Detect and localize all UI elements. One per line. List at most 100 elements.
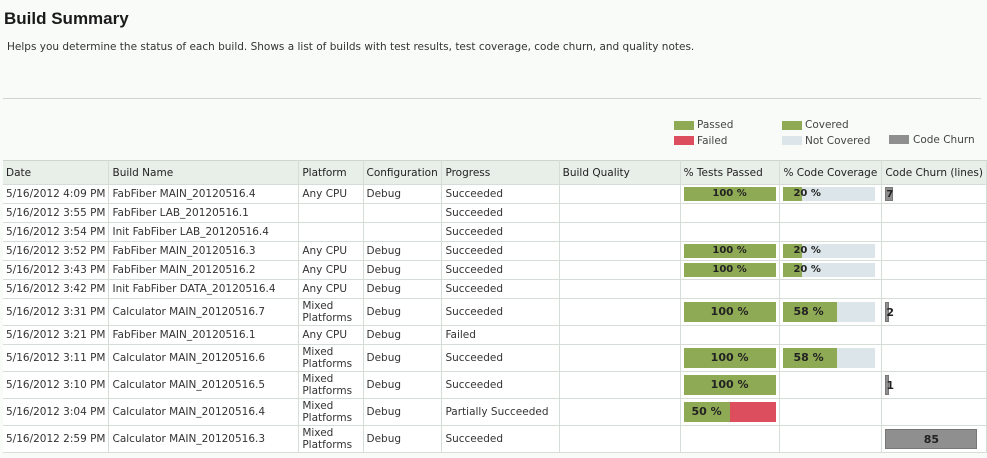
col-configuration-header[interactable]: Configuration [363, 160, 443, 185]
col-progress-header[interactable]: Progress [441, 160, 560, 185]
cell-build-name: Calculator MAIN_20120516.7 [108, 298, 300, 326]
tests-passed-label: 50 % [691, 405, 722, 418]
cell-tests-passed [680, 279, 781, 299]
cell-build-name: Calculator MAIN_20120516.5 [108, 371, 300, 399]
cell-build-quality [559, 344, 681, 372]
tests-bar: 100 % [683, 375, 776, 395]
cell-build-quality [559, 425, 681, 453]
cell-tests-passed: 50 % [680, 398, 781, 426]
cell-configuration: Debug [363, 184, 443, 204]
table-row[interactable]: 5/16/2012 2:59 PM Calculator MAIN_2012051… [3, 425, 987, 453]
table-row[interactable]: 5/16/2012 3:42 PM Init FabFiber DATA_2012… [3, 279, 987, 299]
cell-date: 5/16/2012 3:43 PM [3, 260, 110, 280]
cell-platform: Any CPU [298, 279, 364, 299]
cell-code-coverage [779, 371, 883, 399]
churn-label: 2 [886, 306, 894, 319]
coverage-label: 58 % [793, 351, 824, 364]
col-build-name-header[interactable]: Build Name [108, 160, 300, 185]
cell-build-name: FabFiber MAIN_20120516.1 [108, 325, 300, 345]
cell-date: 5/16/2012 2:59 PM [3, 425, 110, 453]
table-row[interactable]: 5/16/2012 3:52 PM FabFiber MAIN_20120516.… [3, 241, 987, 261]
cell-code-coverage [779, 279, 883, 299]
cell-build-quality [559, 298, 681, 326]
cell-date: 5/16/2012 3:42 PM [3, 279, 110, 299]
cell-platform: Mixed Platforms [298, 344, 364, 372]
tests-passed-label: 100 % [710, 305, 749, 318]
tests-bar: 100 % [683, 244, 776, 258]
table-row[interactable]: 5/16/2012 3:31 PM Calculator MAIN_2012051… [3, 298, 987, 326]
cell-progress: Succeeded [441, 184, 560, 204]
coverage-label: 20 % [793, 245, 821, 256]
legend-code-churn: Code Churn [913, 134, 975, 146]
cell-code-churn [881, 344, 987, 372]
legend-not-covered: Not Covered [805, 135, 871, 147]
cell-platform [298, 222, 364, 242]
passed-swatch [674, 121, 694, 130]
table-row[interactable]: 5/16/2012 3:11 PM Calculator MAIN_2012051… [3, 344, 987, 372]
table-row[interactable]: 5/16/2012 4:09 PM FabFiber MAIN_20120516.… [3, 184, 987, 204]
legend-passed: Passed [697, 119, 734, 131]
cell-code-churn [881, 222, 987, 242]
cell-build-name: Calculator MAIN_20120516.3 [108, 425, 300, 453]
cell-build-name: FabFiber MAIN_20120516.2 [108, 260, 300, 280]
cell-tests-passed: 100 % [680, 344, 781, 372]
cell-date: 5/16/2012 3:21 PM [3, 325, 110, 345]
cell-code-churn [881, 398, 987, 426]
cell-code-coverage [779, 325, 883, 345]
coverage-bar: 20 % [783, 263, 876, 277]
cell-build-name: Calculator MAIN_20120516.6 [108, 344, 300, 372]
tests-bar: 100 % [683, 302, 776, 322]
col-code-churn-header[interactable]: Code Churn (lines) [881, 160, 987, 185]
cell-code-churn [881, 279, 987, 299]
col-build-quality-header[interactable]: Build Quality [559, 160, 681, 185]
cell-configuration: Debug [363, 260, 443, 280]
churn-label: 1 [886, 379, 894, 392]
cell-code-coverage: 20 % [779, 184, 883, 204]
table-row[interactable]: 5/16/2012 3:55 PM FabFiber LAB_20120516.1… [3, 203, 987, 223]
cell-progress: Succeeded [441, 425, 560, 453]
cell-code-coverage [779, 203, 883, 223]
cell-code-churn [881, 203, 987, 223]
cell-build-quality [559, 371, 681, 399]
tests-passed-label: 100 % [710, 378, 749, 391]
page-description: Helps you determine the status of each b… [7, 41, 695, 53]
churn-bar: 7 [885, 187, 894, 201]
cell-tests-passed: 100 % [680, 371, 781, 399]
churn-bar: 85 [885, 429, 978, 449]
cell-platform: Any CPU [298, 184, 364, 204]
cell-progress: Succeeded [441, 241, 560, 261]
cell-build-quality [559, 184, 681, 204]
col-date-header[interactable]: Date [3, 160, 110, 185]
coverage-label: 20 % [793, 264, 821, 275]
cell-platform: Mixed Platforms [298, 425, 364, 453]
cell-progress: Succeeded [441, 298, 560, 326]
cell-build-quality [559, 398, 681, 426]
cell-tests-passed: 100 % [680, 298, 781, 326]
table-row[interactable]: 5/16/2012 3:54 PM Init FabFiber LAB_20120… [3, 222, 987, 242]
table-row[interactable]: 5/16/2012 3:43 PM FabFiber MAIN_20120516.… [3, 260, 987, 280]
cell-progress: Succeeded [441, 222, 560, 242]
table-row[interactable]: 5/16/2012 3:10 PM Calculator MAIN_2012051… [3, 371, 987, 399]
cell-configuration [363, 222, 443, 242]
cell-platform: Mixed Platforms [298, 398, 364, 426]
cell-date: 5/16/2012 4:09 PM [3, 184, 110, 204]
table-row[interactable]: 5/16/2012 3:21 PM FabFiber MAIN_20120516.… [3, 325, 987, 345]
col-platform-header[interactable]: Platform [298, 160, 364, 185]
col-tests-passed-header[interactable]: % Tests Passed [680, 160, 781, 185]
cell-configuration: Debug [363, 325, 443, 345]
cell-platform: Mixed Platforms [298, 371, 364, 399]
col-code-coverage-header[interactable]: % Code Coverage [779, 160, 883, 185]
cell-code-churn: 1 [881, 371, 987, 399]
cell-progress: Partially Succeeded [441, 398, 560, 426]
tests-bar: 100 % [683, 263, 776, 277]
cell-build-quality [559, 260, 681, 280]
cell-build-name: FabFiber LAB_20120516.1 [108, 203, 300, 223]
cell-tests-passed: 100 % [680, 260, 781, 280]
cell-tests-passed: 100 % [680, 184, 781, 204]
cell-progress: Succeeded [441, 344, 560, 372]
cell-tests-passed [680, 425, 781, 453]
cell-tests-passed [680, 203, 781, 223]
cell-build-quality [559, 241, 681, 261]
table-row[interactable]: 5/16/2012 3:04 PM Calculator MAIN_2012051… [3, 398, 987, 426]
build-table: Date Build Name Platform Configuration Progr… [3, 160, 987, 453]
